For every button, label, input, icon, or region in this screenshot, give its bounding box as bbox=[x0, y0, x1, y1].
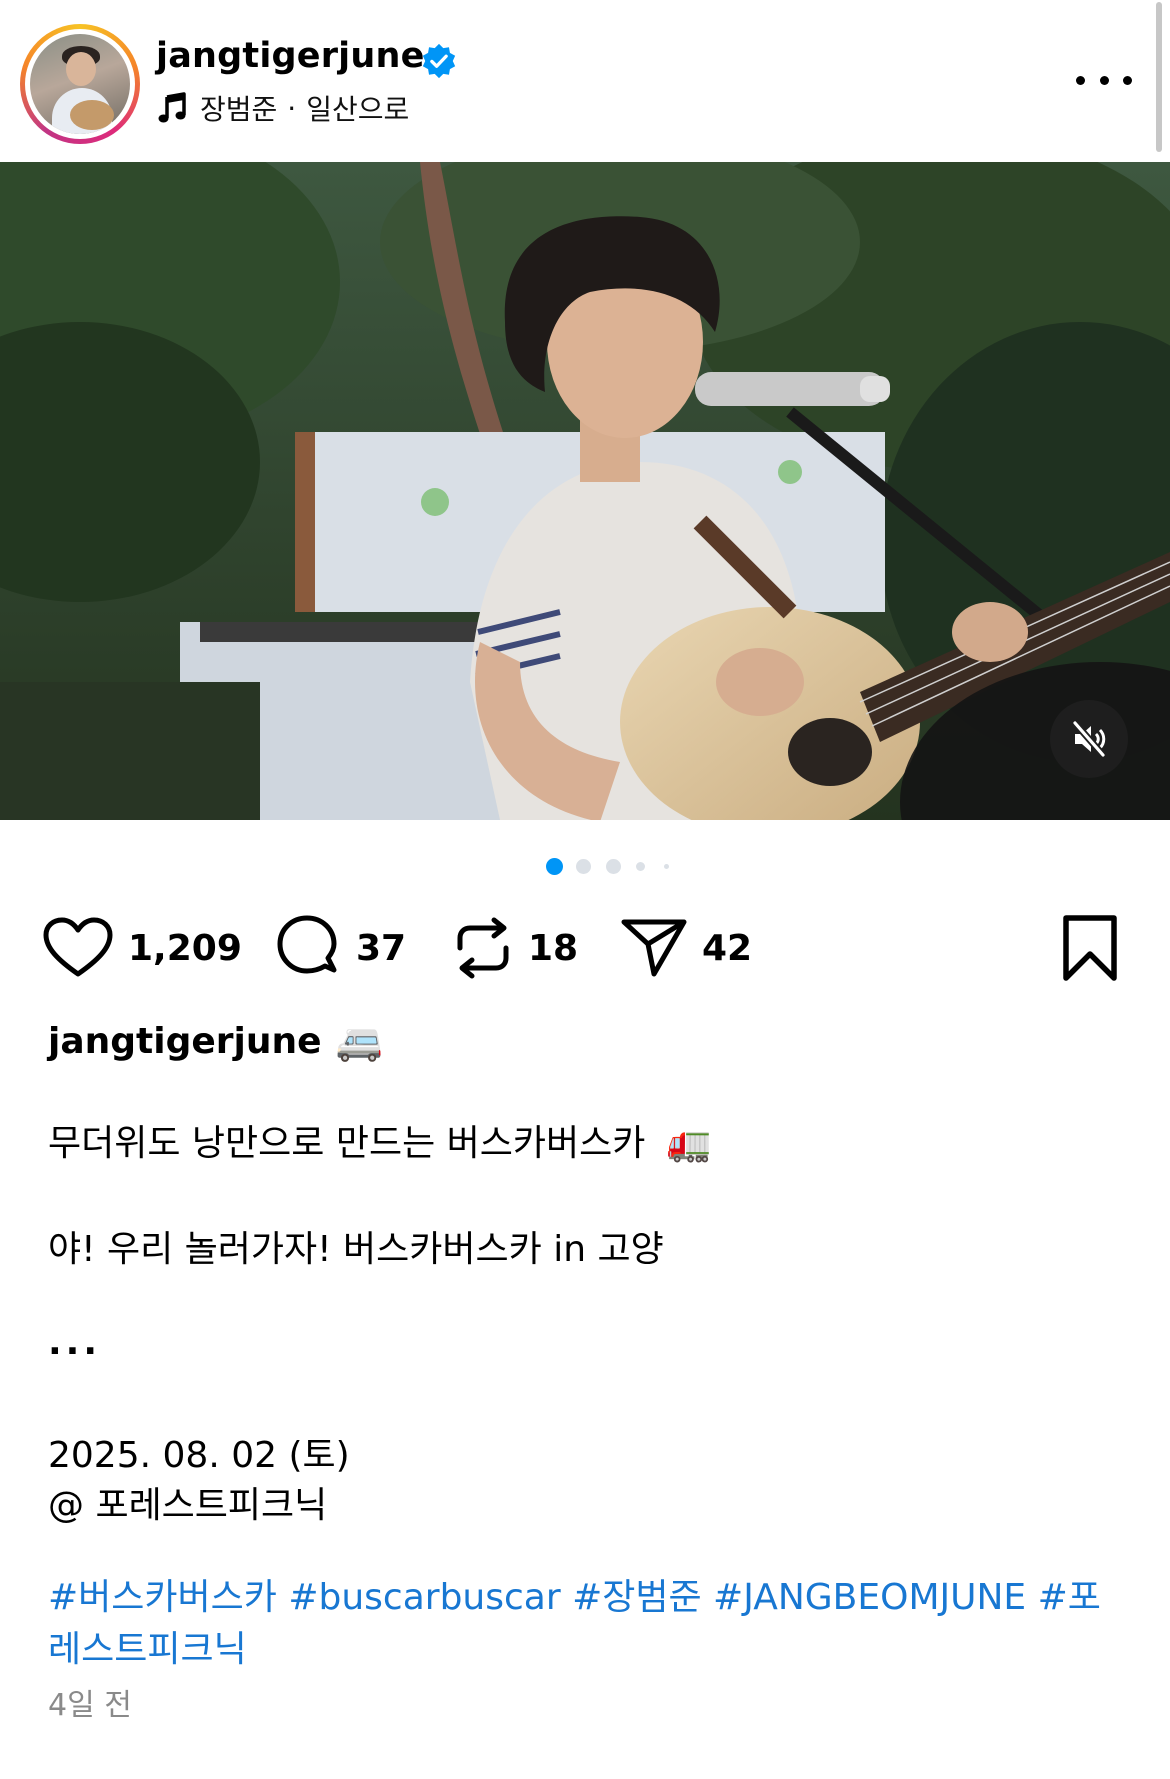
repost-button[interactable]: 18 bbox=[452, 900, 578, 996]
comment-count: 37 bbox=[356, 927, 407, 969]
carousel-indicator bbox=[540, 856, 680, 876]
more-dot-icon bbox=[1099, 75, 1109, 85]
bookmark-icon[interactable] bbox=[1060, 912, 1120, 984]
caption-author[interactable]: jangtigerjune 🚐 bbox=[48, 1016, 383, 1066]
music-separator: · bbox=[287, 91, 297, 125]
carousel-dot bbox=[664, 864, 669, 869]
post-photo[interactable] bbox=[0, 162, 1170, 820]
caption-line-1-text: 무더위도 낭만으로 만드는 버스카버스카 bbox=[48, 1123, 646, 1164]
verified-badge-icon bbox=[422, 43, 456, 79]
post-view: jangtigerjune 장범준 · 일산으로 1,209 37 18 42 … bbox=[0, 0, 1170, 1779]
avatar-image bbox=[30, 34, 130, 134]
repost-icon bbox=[457, 917, 509, 979]
post-header: jangtigerjune 장범준 · 일산으로 bbox=[0, 0, 1170, 162]
photo-illustration bbox=[0, 162, 1170, 820]
carousel-dot bbox=[606, 859, 621, 874]
music-note-icon bbox=[158, 92, 186, 123]
music-artist: 장범준 bbox=[200, 93, 278, 126]
caption-username[interactable]: jangtigerjune bbox=[48, 1021, 322, 1062]
repost-count: 18 bbox=[528, 927, 579, 969]
scrollbar[interactable] bbox=[1154, 0, 1164, 162]
music-info[interactable]: 장범준 · 일산으로 bbox=[156, 88, 409, 128]
paper-plane-icon bbox=[621, 919, 687, 977]
carousel-dot bbox=[576, 859, 591, 874]
share-button[interactable]: 42 bbox=[620, 900, 752, 996]
more-options-button[interactable] bbox=[1076, 62, 1132, 98]
header-username[interactable]: jangtigerjune bbox=[156, 36, 425, 76]
comment-button[interactable]: 37 bbox=[274, 900, 406, 996]
carousel-dot-active bbox=[546, 858, 563, 875]
avatar-border bbox=[25, 29, 135, 139]
music-title: 일산으로 bbox=[306, 93, 410, 126]
action-bar: 1,209 37 18 42 bbox=[0, 900, 1170, 996]
carousel-dot bbox=[636, 862, 645, 871]
minibus-emoji: 🚐 bbox=[335, 1018, 383, 1063]
caption-date: 2025. 08. 02 (토) bbox=[48, 1435, 350, 1476]
caption-location: @ 포레스트피크닉 bbox=[48, 1485, 328, 1526]
share-count: 42 bbox=[702, 927, 753, 969]
mute-toggle-button[interactable] bbox=[1050, 700, 1128, 778]
avatar[interactable] bbox=[20, 24, 140, 144]
speaker-muted-icon bbox=[1072, 720, 1106, 758]
like-button[interactable]: 1,209 bbox=[42, 900, 242, 996]
more-dot-icon bbox=[1123, 75, 1132, 85]
comment-bubble-icon bbox=[277, 915, 337, 974]
caption-line-2: 야! 우리 놀러가자! 버스카버스카 in 고양 bbox=[48, 1229, 664, 1270]
caption-hashtags[interactable]: #버스카버스카 #buscarbuscar #장범준 #JANGBEOMJUNE… bbox=[48, 1572, 1128, 1676]
post-timestamp: 4일 전 bbox=[48, 1688, 132, 1723]
like-count: 1,209 bbox=[128, 927, 242, 969]
heart-icon bbox=[43, 917, 113, 977]
caption-line-1: 무더위도 낭만으로 만드는 버스카버스카 🚛 bbox=[48, 1114, 712, 1166]
caption-ellipsis: ... bbox=[48, 1322, 102, 1363]
truck-emoji: 🚛 bbox=[666, 1123, 712, 1164]
more-dot-icon bbox=[1076, 75, 1085, 85]
